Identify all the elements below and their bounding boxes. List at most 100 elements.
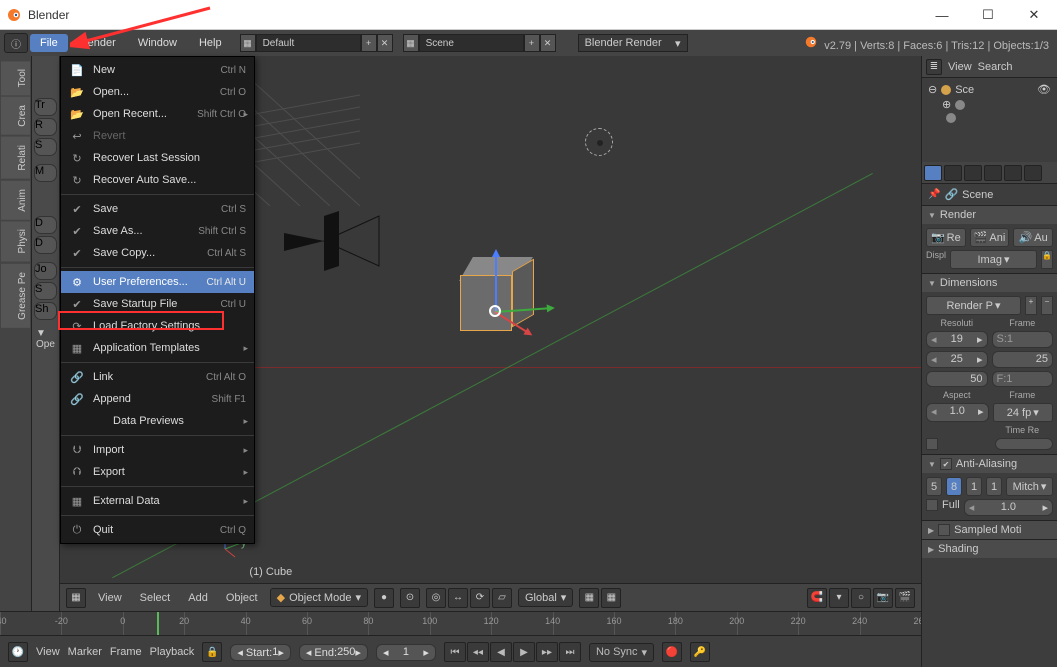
scene-name-field[interactable] [419, 34, 524, 52]
shading-solid-icon[interactable]: ● [374, 588, 394, 608]
toolshelf-tab[interactable]: Relati [1, 137, 30, 179]
layer-button[interactable]: ▦ [601, 588, 621, 608]
file-menu-item[interactable]: ↻Recover Auto Save... [61, 169, 254, 191]
manipulator-scale[interactable]: ▱ [492, 588, 512, 608]
camera-object[interactable] [284, 211, 384, 281]
jump-end-icon[interactable]: ⏭ [559, 642, 581, 662]
panel-header[interactable]: Render [922, 206, 1057, 224]
layout-browse-icon[interactable]: ▦ [240, 34, 256, 52]
toolshelf-tab[interactable]: Anim [1, 181, 30, 220]
editor-type-icon[interactable]: ▦ [66, 588, 86, 608]
timeline-ruler[interactable]: -40-200204060801001201401601802002202402… [0, 612, 921, 636]
preset-del[interactable]: − [1041, 296, 1053, 315]
full-sample-checkbox[interactable] [926, 499, 938, 511]
aa-8-button[interactable]: 8 [946, 477, 962, 496]
outliner-menu[interactable]: View [948, 61, 972, 73]
tool-button[interactable]: D [34, 216, 57, 234]
panel-header[interactable]: Sampled Moti [922, 521, 1057, 539]
lock-icon[interactable]: 🔒 [1041, 250, 1053, 269]
panel-header[interactable]: ✔Anti-Aliasing [922, 455, 1057, 473]
res-x-field[interactable]: ◂19▸ [926, 331, 988, 348]
tab-object-icon[interactable] [1004, 165, 1022, 181]
panel-header[interactable]: Dimensions [922, 274, 1057, 292]
aa-16-button[interactable]: 1 [986, 477, 1002, 496]
layer-button[interactable]: ▦ [579, 588, 599, 608]
pivot-icon[interactable]: ⊙ [400, 588, 420, 608]
audio-button[interactable]: 🔊Au [1013, 228, 1053, 247]
menu-file[interactable]: File [30, 34, 68, 52]
tl-menu[interactable]: View [36, 646, 60, 658]
tool-button[interactable]: Jo [34, 262, 57, 280]
render-preview-icon[interactable]: 📷 [873, 588, 893, 608]
current-frame-field[interactable]: ◂1▸ [376, 644, 436, 661]
close-button[interactable]: ✕ [1011, 0, 1057, 30]
toolshelf-tab[interactable]: Physi [1, 221, 30, 261]
fps-select[interactable]: 24 fp▾ [993, 403, 1054, 422]
editor-type-icon[interactable]: ≣ [926, 59, 942, 75]
minimize-button[interactable]: — [919, 0, 965, 30]
file-menu-item[interactable]: ↻Recover Last Session [61, 147, 254, 169]
end-frame-field[interactable]: ◂ End:250▸ [299, 644, 368, 661]
frame-end-field[interactable]: 25 [992, 351, 1054, 368]
layout-add-button[interactable]: + [361, 34, 377, 52]
manipulator-center[interactable] [489, 305, 501, 317]
aa-11-button[interactable]: 1 [966, 477, 982, 496]
start-frame-field[interactable]: ◂ Start:1▸ [230, 644, 291, 661]
file-menu-item[interactable]: ⮋Import [61, 439, 254, 461]
menu-window[interactable]: Window [128, 34, 187, 52]
frame-step-field[interactable]: F:1 [992, 371, 1054, 387]
play-icon[interactable]: ▶ [513, 642, 535, 662]
display-mode-select[interactable]: Imag▾ [950, 250, 1037, 269]
file-menu-item[interactable]: ▦External Data [61, 490, 254, 512]
tab-render-icon[interactable] [924, 165, 942, 181]
menu-render[interactable]: Render [70, 34, 126, 52]
scene-del-button[interactable]: ✕ [540, 34, 556, 52]
file-menu-item[interactable]: 🔗AppendShift F1 [61, 388, 254, 410]
motion-blur-checkbox[interactable] [938, 524, 950, 536]
tab-scene-icon[interactable] [964, 165, 982, 181]
render-button[interactable]: 📷Re [926, 228, 966, 247]
outliner-menu[interactable]: Search [978, 61, 1013, 73]
render-preset-select[interactable]: Render P▾ [926, 296, 1021, 315]
file-menu-item[interactable]: ✔SaveCtrl S [61, 198, 254, 220]
tool-button[interactable]: R [34, 118, 57, 136]
tl-menu[interactable]: Marker [68, 646, 102, 658]
editor-type-icon[interactable]: ⓘ [4, 33, 28, 53]
tab-world-icon[interactable] [984, 165, 1002, 181]
snap-type[interactable]: ▾ [829, 588, 849, 608]
file-menu-item[interactable]: ✔Save Startup FileCtrl U [61, 293, 254, 315]
playhead[interactable] [157, 612, 159, 635]
cursor-icon[interactable]: ◎ [426, 588, 446, 608]
file-menu-item[interactable]: ⚙User Preferences...Ctrl Alt U [61, 271, 254, 293]
file-menu-item[interactable]: 📄NewCtrl N [61, 59, 254, 81]
file-menu-item[interactable]: ⮉Export [61, 461, 254, 483]
editor-type-icon[interactable]: 🕐 [8, 642, 28, 662]
operator-panel-header[interactable]: ▼ Ope [32, 322, 59, 356]
aspect-x-field[interactable]: ◂1.0▸ [926, 403, 989, 422]
animation-button[interactable]: 🎬Ani [970, 228, 1010, 247]
file-menu-item[interactable]: ⟳Load Factory Settings [61, 315, 254, 337]
menu-help[interactable]: Help [189, 34, 232, 52]
file-menu-item[interactable]: 📂Open Recent...Shift Ctrl O [61, 103, 254, 125]
file-menu-item[interactable]: 📂Open...Ctrl O [61, 81, 254, 103]
aa-5-button[interactable]: 5 [926, 477, 942, 496]
maximize-button[interactable]: ☐ [965, 0, 1011, 30]
snap-toggle[interactable]: 🧲 [807, 588, 827, 608]
lamp-object[interactable] [585, 128, 613, 156]
res-y-field[interactable]: ◂25▸ [926, 351, 988, 368]
tl-menu[interactable]: Frame [110, 646, 142, 658]
tool-button[interactable]: M [34, 164, 57, 182]
file-menu-item[interactable]: Data Previews [61, 410, 254, 432]
time-remap-field[interactable] [995, 438, 1054, 450]
filter-size-field[interactable]: ◂1.0▸ [964, 499, 1053, 516]
tool-button[interactable]: Tr [34, 98, 57, 116]
vp-menu-add[interactable]: Add [182, 592, 214, 604]
z-axis-handle[interactable] [495, 251, 497, 311]
scene-browse-icon[interactable]: ▦ [403, 34, 419, 52]
keying-icon[interactable]: 🔴 [662, 642, 682, 662]
vp-menu-select[interactable]: Select [134, 592, 177, 604]
tab-render-layers-icon[interactable] [944, 165, 962, 181]
auto-keyframe-icon[interactable]: 🔒 [202, 642, 222, 662]
jump-start-icon[interactable]: ⏮ [444, 642, 466, 662]
tl-menu[interactable]: Playback [150, 646, 195, 658]
